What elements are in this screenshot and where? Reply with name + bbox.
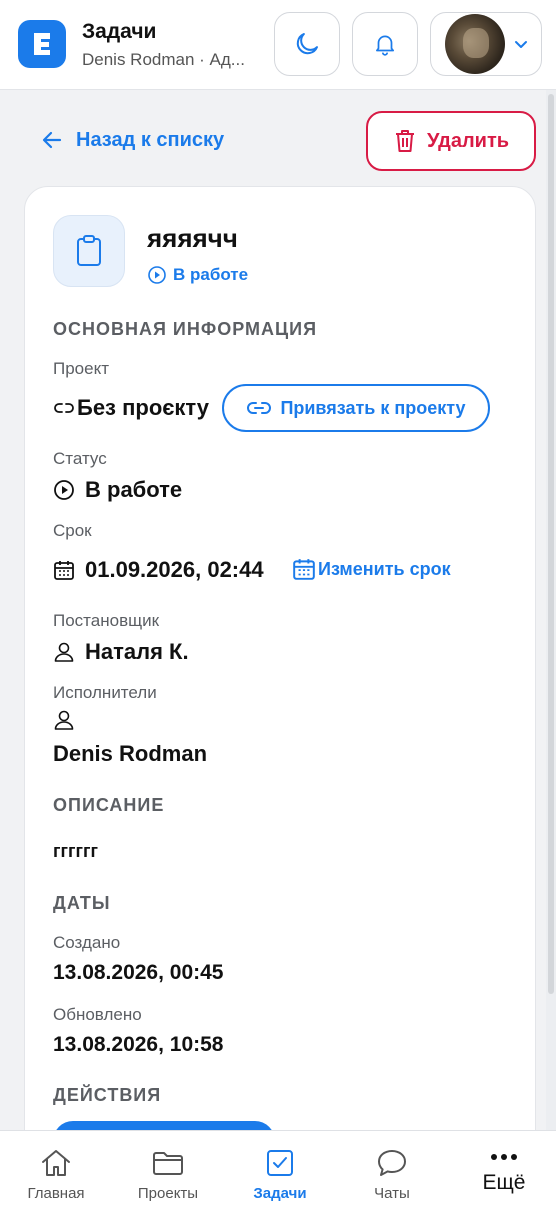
created-value: 13.08.2026, 00:45	[53, 961, 224, 984]
calendar-icon	[293, 559, 315, 580]
creator-label: Постановщик	[53, 611, 160, 630]
change-deadline-button[interactable]: Изменить срок	[292, 557, 451, 581]
moon-icon	[296, 33, 318, 55]
delete-button[interactable]: Удалить	[366, 111, 536, 171]
app-title: Задачи	[82, 20, 157, 43]
status-label: Статус	[53, 449, 107, 468]
play-circle-icon	[54, 480, 74, 500]
theme-toggle-button[interactable]	[274, 12, 340, 76]
task-details-card: яяяячч В работе ОСНОВНАЯ ИНФОРМАЦИЯ Прое…	[24, 186, 536, 1186]
app-logo[interactable]	[18, 20, 66, 68]
nav-item-projects[interactable]: Проекты	[126, 1131, 210, 1217]
notifications-button[interactable]	[352, 12, 418, 76]
nav-item-more[interactable]: Ещё	[462, 1131, 546, 1217]
more-icon	[491, 1154, 517, 1160]
bell-icon	[376, 35, 394, 56]
task-title: яяяячч	[147, 223, 238, 253]
assignee-user-icon-wrap	[53, 709, 75, 736]
nav-item-tasks[interactable]: Задачи	[238, 1131, 322, 1217]
nav-label-home: Главная	[27, 1185, 85, 1202]
calendar-icon	[54, 561, 74, 580]
nav-item-chats[interactable]: Чаты	[350, 1131, 434, 1217]
link-icon	[54, 403, 74, 413]
checkbox-icon	[267, 1150, 293, 1176]
assignees-label: Исполнители	[53, 683, 157, 702]
section-main-info-heading: ОСНОВНАЯ ИНФОРМАЦИЯ	[53, 319, 318, 339]
assignee-value: Denis Rodman	[53, 741, 208, 766]
back-to-list-link[interactable]: Назад к списку	[40, 128, 224, 152]
project-label: Проект	[53, 359, 109, 378]
task-status-badge: В работе	[147, 265, 248, 285]
chevron-down-icon	[515, 41, 527, 48]
profile-menu-button[interactable]	[430, 12, 542, 76]
creator-value-text: Наталя К.	[85, 639, 189, 664]
chat-icon	[378, 1150, 406, 1176]
nav-label-projects: Проекты	[137, 1185, 199, 1202]
deadline-value-text: 01.09.2026, 02:44	[85, 557, 264, 582]
deadline-label: Срок	[53, 521, 92, 540]
app-subtitle: Denis Rodman · Ад...	[82, 50, 245, 69]
user-icon	[54, 710, 74, 730]
trash-icon	[395, 130, 414, 152]
link-to-project-button[interactable]: Привязать к проекту	[222, 384, 490, 432]
play-circle-icon	[148, 266, 166, 284]
section-actions-heading: ДЕЙСТВИЯ	[53, 1085, 162, 1105]
updated-value: 13.08.2026, 10:58	[53, 1033, 224, 1056]
clipboard-icon	[77, 235, 101, 266]
created-label: Создано	[53, 933, 121, 952]
back-to-list-label: Назад к списку	[76, 128, 225, 151]
updated-label: Обновлено	[53, 1005, 142, 1024]
creator-value: Наталя К.	[53, 639, 189, 665]
home-icon	[42, 1150, 70, 1176]
section-dates-heading: ДАТЫ	[53, 893, 111, 913]
avatar	[445, 14, 505, 74]
nav-item-home[interactable]: Главная	[14, 1131, 98, 1217]
nav-label-tasks: Задачи	[253, 1185, 307, 1202]
status-value: В работе	[53, 477, 182, 503]
delete-label: Удалить	[426, 129, 510, 152]
link-to-project-label: Привязать к проекту	[280, 397, 466, 418]
project-value: Без проєкту	[53, 395, 209, 421]
project-value-text: Без проєкту	[77, 395, 209, 420]
status-value-text: В работе	[85, 477, 183, 502]
folder-icon	[153, 1152, 183, 1175]
link-icon	[247, 402, 272, 414]
change-deadline-label: Изменить срок	[318, 558, 451, 579]
task-status-label: В работе	[173, 265, 249, 284]
description-text: гггггг	[53, 841, 98, 861]
top-bar: Задачи Denis Rodman · Ад...	[0, 0, 556, 90]
nav-label-chats: Чаты	[374, 1185, 410, 1202]
section-description-heading: ОПИСАНИЕ	[53, 795, 165, 815]
bottom-navigation: Главная Проекты Задачи Чаты Ещё	[0, 1130, 556, 1217]
task-type-badge	[53, 215, 125, 287]
user-icon	[54, 642, 74, 662]
scrollbar[interactable]	[546, 90, 556, 1130]
deadline-value: 01.09.2026, 02:44	[53, 557, 264, 583]
logo-e-icon	[34, 33, 50, 55]
nav-label-more: Ещё	[482, 1171, 526, 1194]
arrow-left-icon	[42, 131, 62, 149]
